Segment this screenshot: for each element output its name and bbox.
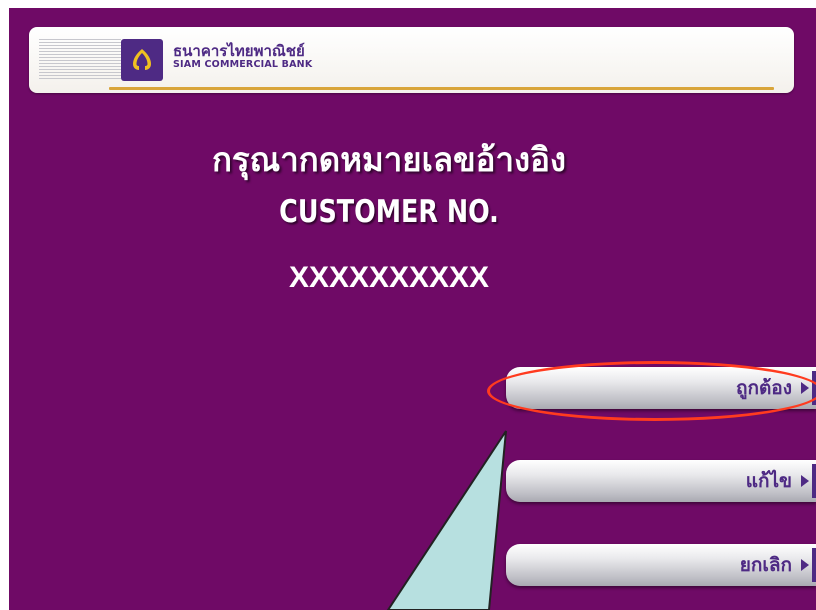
callout-pointer [386,430,507,610]
atm-screen: ธนาคารไทยพาณิชย์ SIAM COMMERCIAL BANK กร… [9,8,816,610]
